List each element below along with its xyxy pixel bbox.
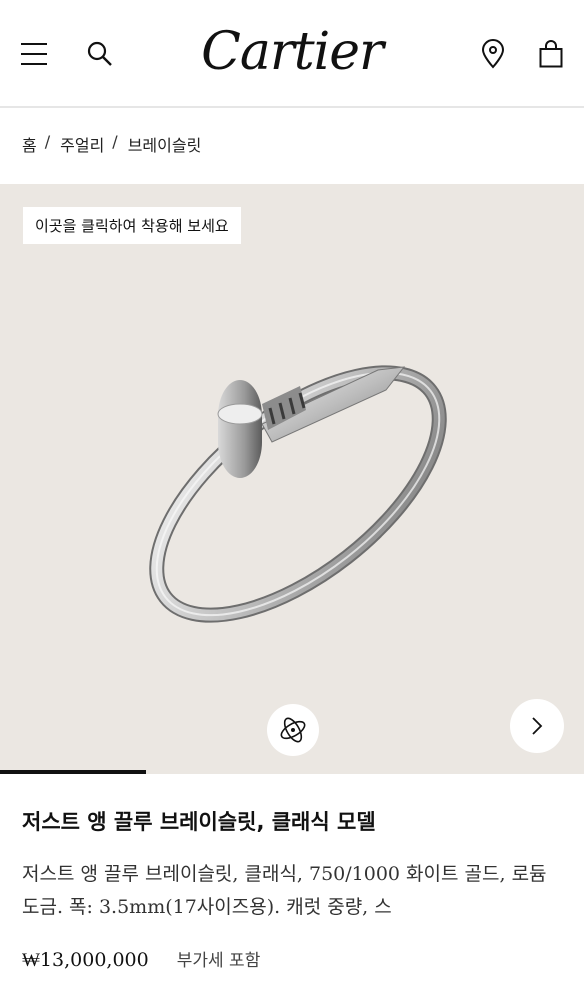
product-gallery[interactable]: 이곳을 클릭하여 착용해 보세요 (0, 184, 584, 770)
breadcrumb-bracelets[interactable]: 브레이슬릿 (128, 132, 202, 156)
try-on-button[interactable]: 이곳을 클릭하여 착용해 보세요 (23, 207, 241, 244)
breadcrumb-separator: / (112, 132, 118, 151)
breadcrumb-jewelry[interactable]: 주얼리 (60, 132, 104, 156)
shopping-bag-icon[interactable] (531, 34, 571, 74)
product-image (149, 365, 447, 623)
gallery-progress-bar (0, 770, 584, 774)
tax-note: 부가세 포함 (176, 951, 261, 971)
chevron-right-icon[interactable] (510, 699, 564, 753)
site-header: Cartier (0, 0, 584, 108)
gallery-progress-fill (0, 770, 146, 774)
product-price: ₩13,000,000 (22, 949, 149, 971)
product-description: 저스트 앵 끌루 브레이슬릿, 클래식, 750/1000 화이트 골드, 로듐… (22, 863, 547, 918)
breadcrumb-home[interactable]: 홈 (22, 132, 37, 156)
breadcrumb: 홈 / 주얼리 / 브레이슬릿 (22, 132, 201, 156)
rotate-360-icon[interactable] (267, 704, 319, 756)
location-pin-icon[interactable] (473, 34, 513, 74)
product-title: 저스트 앵 끌루 브레이슬릿, 클래식 모델 (22, 810, 376, 834)
breadcrumb-separator: / (44, 132, 51, 151)
price-row: ₩13,000,000 부가세 포함 (22, 946, 260, 972)
